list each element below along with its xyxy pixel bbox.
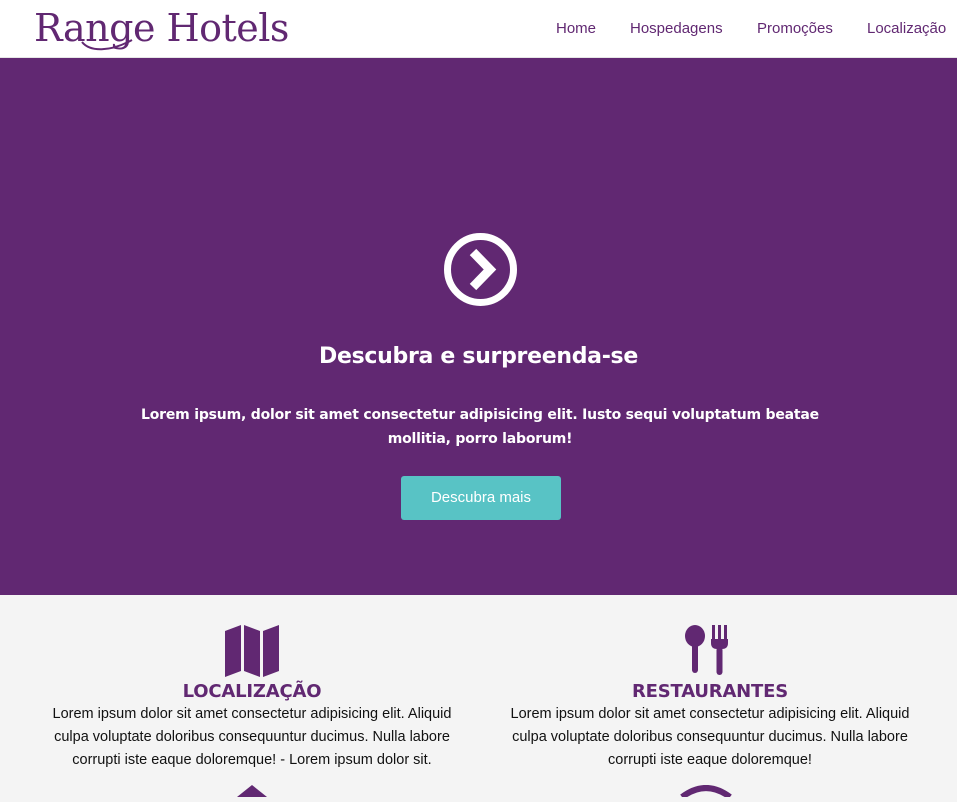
hero-text: Lorem ipsum, dolor sit amet consectetur … [141, 407, 819, 447]
home-icon [237, 785, 267, 797]
nav-item-home[interactable]: Home [556, 19, 596, 39]
discover-more-button[interactable]: Descubra mais [401, 476, 561, 520]
circle-icon [680, 785, 732, 797]
feature-text: Lorem ipsum dolor sit amet consectetur a… [52, 706, 452, 768]
feature-title: LOCALIZAÇÃO [182, 681, 322, 702]
nav-item-promocoes[interactable]: Promoções [757, 19, 833, 39]
nav-item-localizacao[interactable]: Localização [867, 19, 946, 39]
logo-swash-icon [81, 39, 133, 51]
feature-text: Lorem ipsum dolor sit amet consectetur a… [510, 706, 910, 768]
hero-section: Descubra e surpreenda-se Lorem ipsum, do… [0, 58, 957, 595]
logo[interactable]: Range Hotels [34, 5, 289, 51]
nav-item-hospedagens[interactable]: Hospedagens [630, 19, 723, 39]
utensils-icon [685, 625, 728, 675]
site-header: Range Hotels Home Hospedagens Promoções … [0, 0, 957, 58]
feature-title: RESTAURANTES [632, 681, 788, 702]
map-icon [225, 625, 279, 677]
chevron-right-circle-icon[interactable] [443, 232, 518, 307]
hero-title: Descubra e surpreenda-se [319, 344, 638, 369]
features-section: LOCALIZAÇÃO Lorem ipsum dolor sit amet c… [0, 595, 957, 802]
